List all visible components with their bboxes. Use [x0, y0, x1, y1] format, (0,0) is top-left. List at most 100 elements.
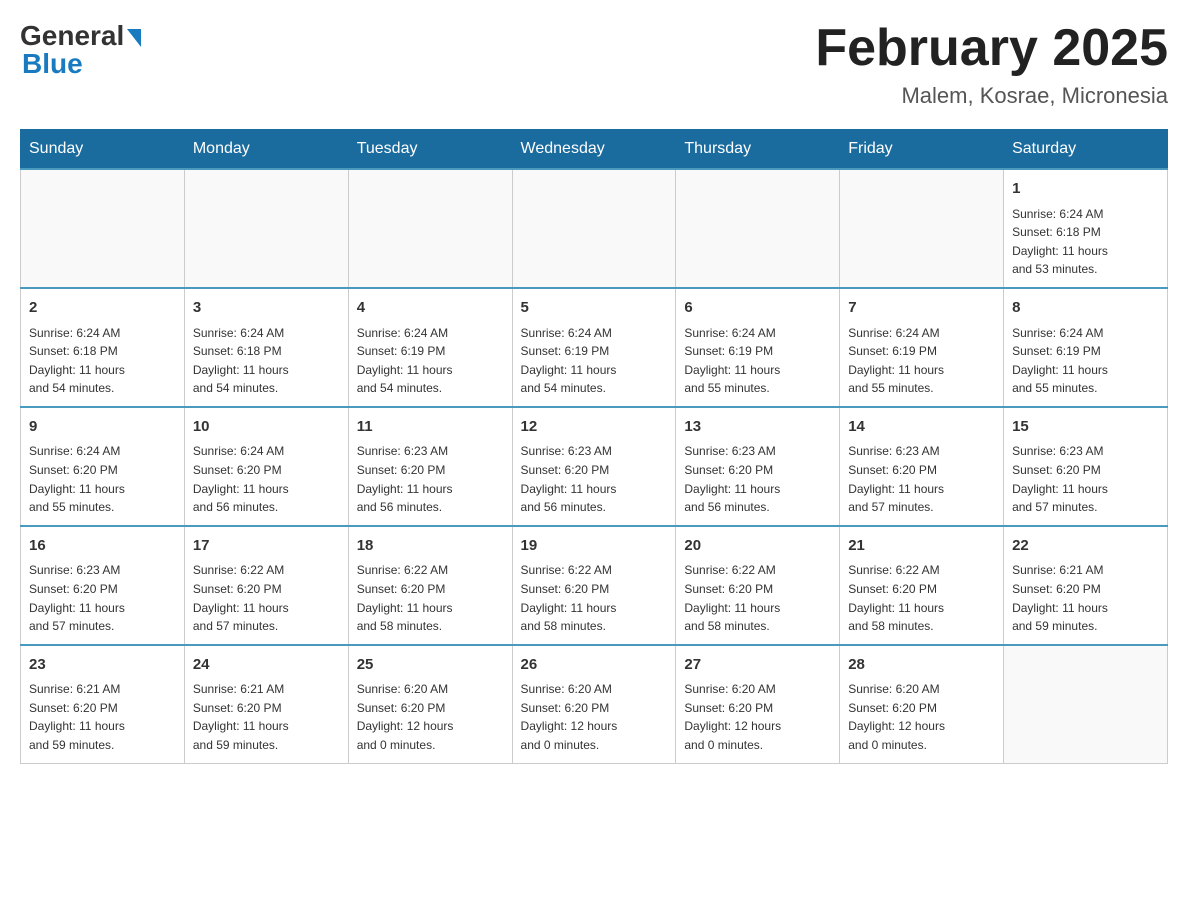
page-header: General Blue February 2025 Malem, Kosrae… [20, 20, 1168, 109]
calendar-cell: 10 Sunrise: 6:24 AM Sunset: 6:20 PM Dayli… [184, 407, 348, 526]
title-section: February 2025 Malem, Kosrae, Micronesia [815, 20, 1168, 109]
calendar-cell: 16 Sunrise: 6:23 AM Sunset: 6:20 PM Dayli… [21, 526, 185, 645]
day-number: 6 [684, 297, 831, 320]
day-info: Sunrise: 6:23 AM Sunset: 6:20 PM Dayligh… [1012, 442, 1159, 516]
day-info: Sunrise: 6:21 AM Sunset: 6:20 PM Dayligh… [29, 680, 176, 754]
day-number: 16 [29, 535, 176, 558]
day-info: Sunrise: 6:23 AM Sunset: 6:20 PM Dayligh… [848, 442, 995, 516]
weekday-header-tuesday: Tuesday [348, 130, 512, 170]
calendar-cell: 18 Sunrise: 6:22 AM Sunset: 6:20 PM Dayli… [348, 526, 512, 645]
day-number: 14 [848, 416, 995, 439]
calendar-title: February 2025 [815, 20, 1168, 77]
day-number: 7 [848, 297, 995, 320]
day-number: 26 [521, 654, 668, 677]
calendar-cell [676, 169, 840, 288]
day-info: Sunrise: 6:22 AM Sunset: 6:20 PM Dayligh… [521, 561, 668, 635]
day-info: Sunrise: 6:24 AM Sunset: 6:19 PM Dayligh… [848, 324, 995, 398]
day-info: Sunrise: 6:22 AM Sunset: 6:20 PM Dayligh… [848, 561, 995, 635]
calendar-cell [840, 169, 1004, 288]
calendar-cell: 6Sunrise: 6:24 AM Sunset: 6:19 PM Daylig… [676, 288, 840, 407]
day-info: Sunrise: 6:24 AM Sunset: 6:19 PM Dayligh… [521, 324, 668, 398]
day-info: Sunrise: 6:24 AM Sunset: 6:18 PM Dayligh… [1012, 205, 1159, 279]
calendar-cell: 23 Sunrise: 6:21 AM Sunset: 6:20 PM Dayli… [21, 645, 185, 763]
day-number: 3 [193, 297, 340, 320]
week-row-4: 16 Sunrise: 6:23 AM Sunset: 6:20 PM Dayli… [21, 526, 1168, 645]
week-row-5: 23 Sunrise: 6:21 AM Sunset: 6:20 PM Dayli… [21, 645, 1168, 763]
day-info: Sunrise: 6:23 AM Sunset: 6:20 PM Dayligh… [357, 442, 504, 516]
day-number: 23 [29, 654, 176, 677]
calendar-cell: 4 Sunrise: 6:24 AM Sunset: 6:19 PM Daylig… [348, 288, 512, 407]
day-info: Sunrise: 6:23 AM Sunset: 6:20 PM Dayligh… [29, 561, 176, 635]
day-number: 15 [1012, 416, 1159, 439]
calendar-cell: 8 Sunrise: 6:24 AM Sunset: 6:19 PM Daylig… [1004, 288, 1168, 407]
week-row-1: 1 Sunrise: 6:24 AM Sunset: 6:18 PM Daylig… [21, 169, 1168, 288]
day-info: Sunrise: 6:22 AM Sunset: 6:20 PM Dayligh… [357, 561, 504, 635]
day-number: 1 [1012, 178, 1159, 201]
day-number: 13 [684, 416, 831, 439]
calendar-cell: 13 Sunrise: 6:23 AM Sunset: 6:20 PM Dayli… [676, 407, 840, 526]
day-info: Sunrise: 6:22 AM Sunset: 6:20 PM Dayligh… [684, 561, 831, 635]
weekday-header-row: SundayMondayTuesdayWednesdayThursdayFrid… [21, 130, 1168, 170]
weekday-header-thursday: Thursday [676, 130, 840, 170]
day-number: 9 [29, 416, 176, 439]
calendar-subtitle: Malem, Kosrae, Micronesia [815, 83, 1168, 109]
weekday-header-sunday: Sunday [21, 130, 185, 170]
day-info: Sunrise: 6:24 AM Sunset: 6:19 PM Dayligh… [1012, 324, 1159, 398]
day-number: 20 [684, 535, 831, 558]
calendar-cell: 20 Sunrise: 6:22 AM Sunset: 6:20 PM Dayli… [676, 526, 840, 645]
calendar-cell [184, 169, 348, 288]
day-info: Sunrise: 6:20 AM Sunset: 6:20 PM Dayligh… [357, 680, 504, 754]
calendar-cell: 21 Sunrise: 6:22 AM Sunset: 6:20 PM Dayli… [840, 526, 1004, 645]
calendar-cell: 26Sunrise: 6:20 AM Sunset: 6:20 PM Dayli… [512, 645, 676, 763]
calendar-cell: 24 Sunrise: 6:21 AM Sunset: 6:20 PM Dayli… [184, 645, 348, 763]
day-info: Sunrise: 6:21 AM Sunset: 6:20 PM Dayligh… [1012, 561, 1159, 635]
day-number: 19 [521, 535, 668, 558]
calendar-cell [21, 169, 185, 288]
weekday-header-saturday: Saturday [1004, 130, 1168, 170]
day-info: Sunrise: 6:20 AM Sunset: 6:20 PM Dayligh… [848, 680, 995, 754]
day-info: Sunrise: 6:24 AM Sunset: 6:18 PM Dayligh… [29, 324, 176, 398]
weekday-header-wednesday: Wednesday [512, 130, 676, 170]
calendar-cell: 15 Sunrise: 6:23 AM Sunset: 6:20 PM Dayli… [1004, 407, 1168, 526]
day-info: Sunrise: 6:24 AM Sunset: 6:19 PM Dayligh… [357, 324, 504, 398]
day-info: Sunrise: 6:21 AM Sunset: 6:20 PM Dayligh… [193, 680, 340, 754]
calendar-cell: 7 Sunrise: 6:24 AM Sunset: 6:19 PM Daylig… [840, 288, 1004, 407]
day-info: Sunrise: 6:24 AM Sunset: 6:20 PM Dayligh… [29, 442, 176, 516]
calendar-table: SundayMondayTuesdayWednesdayThursdayFrid… [20, 129, 1168, 763]
week-row-2: 2 Sunrise: 6:24 AM Sunset: 6:18 PM Daylig… [21, 288, 1168, 407]
day-number: 2 [29, 297, 176, 320]
weekday-header-friday: Friday [840, 130, 1004, 170]
calendar-cell: 11 Sunrise: 6:23 AM Sunset: 6:20 PM Dayli… [348, 407, 512, 526]
day-info: Sunrise: 6:23 AM Sunset: 6:20 PM Dayligh… [684, 442, 831, 516]
calendar-cell [348, 169, 512, 288]
day-info: Sunrise: 6:20 AM Sunset: 6:20 PM Dayligh… [684, 680, 831, 754]
weekday-header-monday: Monday [184, 130, 348, 170]
calendar-cell [512, 169, 676, 288]
day-number: 11 [357, 416, 504, 439]
calendar-cell: 1 Sunrise: 6:24 AM Sunset: 6:18 PM Daylig… [1004, 169, 1168, 288]
day-info: Sunrise: 6:22 AM Sunset: 6:20 PM Dayligh… [193, 561, 340, 635]
calendar-cell: 5 Sunrise: 6:24 AM Sunset: 6:19 PM Daylig… [512, 288, 676, 407]
day-number: 10 [193, 416, 340, 439]
week-row-3: 9 Sunrise: 6:24 AM Sunset: 6:20 PM Daylig… [21, 407, 1168, 526]
day-number: 27 [684, 654, 831, 677]
day-info: Sunrise: 6:23 AM Sunset: 6:20 PM Dayligh… [521, 442, 668, 516]
day-info: Sunrise: 6:24 AM Sunset: 6:20 PM Dayligh… [193, 442, 340, 516]
day-number: 4 [357, 297, 504, 320]
calendar-cell: 22Sunrise: 6:21 AM Sunset: 6:20 PM Dayli… [1004, 526, 1168, 645]
calendar-cell: 27 Sunrise: 6:20 AM Sunset: 6:20 PM Dayli… [676, 645, 840, 763]
calendar-cell: 9 Sunrise: 6:24 AM Sunset: 6:20 PM Daylig… [21, 407, 185, 526]
day-number: 18 [357, 535, 504, 558]
day-info: Sunrise: 6:24 AM Sunset: 6:18 PM Dayligh… [193, 324, 340, 398]
day-number: 28 [848, 654, 995, 677]
logo-triangle-icon [127, 29, 141, 47]
day-number: 5 [521, 297, 668, 320]
day-number: 17 [193, 535, 340, 558]
calendar-cell: 14 Sunrise: 6:23 AM Sunset: 6:20 PM Dayli… [840, 407, 1004, 526]
calendar-cell: 3 Sunrise: 6:24 AM Sunset: 6:18 PM Daylig… [184, 288, 348, 407]
day-number: 8 [1012, 297, 1159, 320]
day-number: 21 [848, 535, 995, 558]
day-number: 24 [193, 654, 340, 677]
calendar-cell: 2 Sunrise: 6:24 AM Sunset: 6:18 PM Daylig… [21, 288, 185, 407]
logo-blue-text: Blue [22, 48, 83, 80]
